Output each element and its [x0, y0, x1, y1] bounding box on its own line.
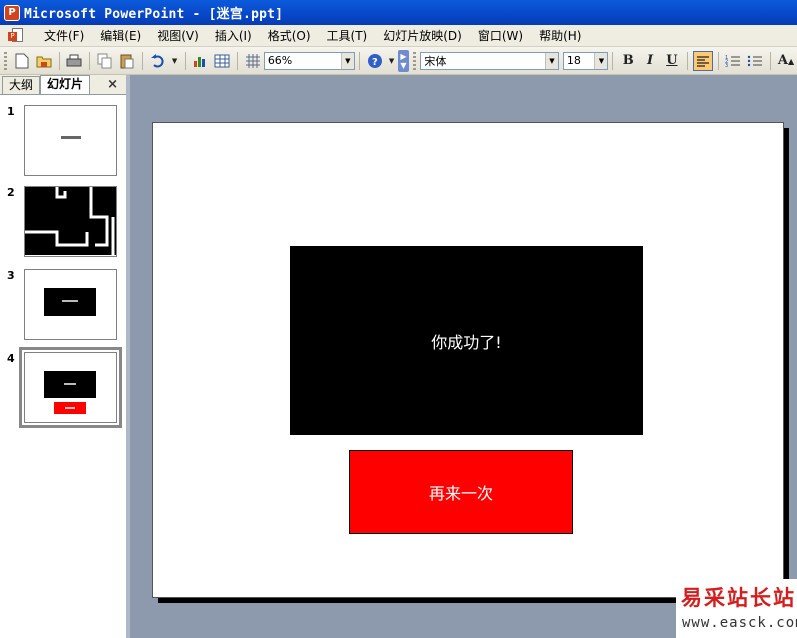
- toolbar-separator: [89, 51, 91, 70]
- title-bar: P Microsoft PowerPoint - [迷宫.ppt]: [0, 0, 797, 25]
- table-icon[interactable]: [212, 51, 232, 71]
- menu-insert[interactable]: 插入(I): [207, 27, 260, 44]
- pane-tabs: 大纲 幻灯片 ×: [0, 75, 126, 95]
- toolbar-separator: [184, 51, 186, 70]
- font-name-combo[interactable]: 宋体 ▼: [420, 51, 559, 70]
- toolbar-separator: [358, 51, 360, 70]
- maze-thumbnail: [25, 187, 116, 256]
- success-message: 你成功了!: [431, 332, 502, 352]
- document-icon[interactable]: P: [8, 27, 26, 44]
- watermark: 易采站长站 www.easck.com: [676, 579, 797, 638]
- font-size-value: 18: [566, 54, 581, 67]
- success-message-box[interactable]: 你成功了!: [290, 246, 643, 435]
- new-icon[interactable]: [12, 51, 32, 71]
- help-icon[interactable]: ?: [365, 51, 385, 71]
- menu-help[interactable]: 帮助(H): [531, 27, 589, 44]
- help-dropdown-icon[interactable]: ▼: [387, 51, 397, 71]
- svg-text:?: ?: [372, 57, 378, 68]
- underline-button[interactable]: U: [662, 51, 682, 71]
- slide-thumbnail[interactable]: [24, 105, 117, 176]
- chart-icon[interactable]: [190, 51, 210, 71]
- powerpoint-icon: P: [4, 4, 20, 21]
- tab-outline[interactable]: 大纲: [2, 76, 41, 94]
- toolbar-overflow-icon[interactable]: ▶ ▼: [397, 49, 410, 72]
- grid-icon[interactable]: [243, 51, 263, 71]
- menu-edit[interactable]: 编辑(E): [92, 27, 149, 44]
- chevron-down-icon[interactable]: ▼: [340, 52, 354, 69]
- slide-thumbnail-selected[interactable]: [19, 347, 122, 428]
- slide-canvas[interactable]: 你成功了! 再来一次: [152, 122, 784, 598]
- svg-text:3: 3: [725, 63, 728, 68]
- thumbnail-black-box: [44, 371, 96, 398]
- italic-button[interactable]: I: [640, 51, 660, 71]
- toolbar-separator: [770, 51, 772, 70]
- toolbar-separator: [686, 51, 688, 70]
- slide-thumbnail[interactable]: [24, 186, 117, 257]
- menu-tools[interactable]: 工具(T): [319, 27, 376, 44]
- menu-slideshow[interactable]: 幻灯片放映(D): [375, 27, 470, 44]
- slide-number: 2: [7, 186, 15, 199]
- slide-thumbnail[interactable]: [24, 269, 117, 340]
- watermark-name: 易采站长站: [681, 585, 796, 610]
- menu-window[interactable]: 窗口(W): [470, 27, 531, 44]
- window-title: Microsoft PowerPoint - [迷宫.ppt]: [24, 7, 284, 22]
- toolbar-grip[interactable]: [4, 51, 7, 70]
- toolbar-separator: [612, 51, 614, 70]
- slide-number: 1: [7, 105, 15, 118]
- close-icon[interactable]: ×: [107, 77, 118, 92]
- retry-button-label: 再来一次: [428, 484, 493, 503]
- slide-number: 4: [7, 352, 15, 365]
- menu-bar: P 文件(F) 编辑(E) 视图(V) 插入(I) 格式(O) 工具(T) 幻灯…: [0, 25, 797, 47]
- toolbar-separator: [237, 51, 239, 70]
- menu-format[interactable]: 格式(O): [260, 27, 319, 44]
- paste-icon[interactable]: [117, 51, 137, 71]
- open-icon[interactable]: [34, 51, 54, 71]
- menu-view[interactable]: 视图(V): [149, 27, 207, 44]
- retry-button[interactable]: 再来一次: [349, 450, 573, 534]
- print-icon[interactable]: [65, 51, 85, 71]
- font-name-value: 宋体: [424, 54, 447, 68]
- thumbnail-red-box: [54, 402, 86, 414]
- toolbar: ▼ 66% ▼ ? ▼ ▶ ▼ 宋体 ▼ 18 ▼ B I U 123 A ▲: [0, 47, 797, 75]
- zoom-value: 66%: [267, 54, 293, 67]
- increase-font-button[interactable]: A ▲: [776, 51, 796, 71]
- thumbnail-black-box: [44, 288, 96, 316]
- align-left-icon[interactable]: [692, 50, 713, 71]
- numbered-list-icon[interactable]: 123: [724, 51, 744, 71]
- slides-pane: 大纲 幻灯片 × 1 2 3 4: [0, 75, 130, 638]
- bold-button[interactable]: B: [618, 51, 638, 71]
- toolbar-separator: [717, 51, 719, 70]
- copy-icon[interactable]: [95, 51, 115, 71]
- chevron-down-icon[interactable]: ▼: [594, 52, 608, 69]
- slide-number: 3: [7, 269, 15, 282]
- zoom-combo[interactable]: 66% ▼: [263, 51, 355, 70]
- thumbnail-title-text: [61, 136, 81, 139]
- toolbar-separator: [58, 51, 60, 70]
- bullet-list-icon[interactable]: [745, 51, 765, 71]
- increase-font-label: A: [777, 53, 788, 68]
- watermark-url: www.easck.com: [682, 615, 797, 631]
- font-size-combo[interactable]: 18 ▼: [562, 51, 609, 70]
- toolbar-grip[interactable]: [413, 51, 417, 70]
- undo-dropdown-icon[interactable]: ▼: [170, 51, 180, 71]
- chevron-down-icon[interactable]: ▼: [544, 52, 558, 69]
- toolbar-separator: [141, 51, 143, 70]
- menu-file[interactable]: 文件(F): [36, 27, 92, 44]
- tab-slides[interactable]: 幻灯片: [40, 75, 91, 94]
- undo-icon[interactable]: [148, 51, 168, 71]
